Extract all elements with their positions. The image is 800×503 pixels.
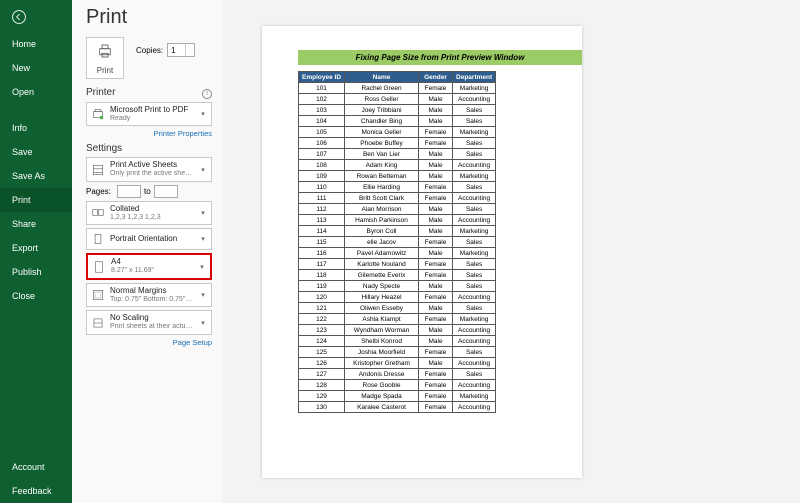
table-row: 126Kristopher GrethamMaleAccounting (299, 358, 496, 369)
portrait-icon (91, 232, 105, 246)
table-row: 129Madge SpadaFemaleMarketing (299, 391, 496, 402)
collated-icon (91, 206, 105, 220)
back-arrow-icon (12, 10, 26, 24)
scaling-select[interactable]: No Scaling Print sheets at their actual … (86, 310, 212, 334)
table-header: Department (453, 72, 496, 83)
settings-heading: Settings (86, 143, 122, 154)
pages-label: Pages: (86, 187, 114, 196)
preview-page: Fixing Page Size from Print Preview Wind… (262, 26, 582, 478)
page-title: Print (86, 6, 212, 29)
preview-table: Employee IDNameGenderDepartment 101Rache… (298, 71, 496, 413)
table-row: 123Wyndham WormanMaleAccounting (299, 325, 496, 336)
printer-ready-icon (91, 107, 105, 121)
info-icon[interactable]: i (202, 89, 212, 99)
table-row: 116Pavel AdamowitzMaleMarketing (299, 248, 496, 259)
table-row: 114Byron CollMaleMarketing (299, 226, 496, 237)
margins-select[interactable]: Normal Margins Top: 0.75" Bottom: 0.75" … (86, 283, 212, 307)
print-what-select[interactable]: Print Active Sheets Only print the activ… (86, 157, 212, 181)
copies-label: Copies: (136, 46, 163, 55)
backstage-sidebar: Home New Open Info Save Save As Print Sh… (0, 0, 72, 503)
sheet-title: Fixing Page Size from Print Preview Wind… (298, 50, 582, 65)
table-row: 124Shelbi KonrodMaleAccounting (299, 336, 496, 347)
table-row: 122Ashla KlamptFemaleMarketing (299, 314, 496, 325)
table-row: 103Joey TribbianiMaleSales (299, 105, 496, 116)
sidebar-item-share[interactable]: Share (0, 212, 72, 236)
sidebar-item-feedback[interactable]: Feedback (0, 479, 72, 503)
sidebar-item-save-as[interactable]: Save As (0, 164, 72, 188)
table-row: 125Joshia MoorfieldFemaleSales (299, 347, 496, 358)
pages-to-input[interactable] (154, 185, 178, 198)
table-row: 102Ross GellerMaleAccounting (299, 94, 496, 105)
sidebar-item-account[interactable]: Account (0, 455, 72, 479)
chevron-down-icon: ▾ (199, 319, 207, 327)
table-row: 106Phoebe BuffeyFemaleSales (299, 138, 496, 149)
table-row: 115elle JacovFemaleSales (299, 237, 496, 248)
print-settings-pane: Print Print Copies: 1 Printer i Microsof… (72, 0, 222, 503)
chevron-down-icon: ▾ (199, 235, 207, 243)
table-row: 118Gilemette EverixFemaleSales (299, 270, 496, 281)
table-row: 117Karlotte NoulandFemaleSales (299, 259, 496, 270)
collation-select[interactable]: Collated 1,2,3 1,2,3 1,2,3 ▾ (86, 201, 212, 225)
chevron-down-icon: ▾ (199, 209, 207, 217)
table-row: 105Monica GellerFemaleMarketing (299, 127, 496, 138)
table-row: 109Rowan BettemanMaleMarketing (299, 171, 496, 182)
chevron-down-icon: ▾ (199, 110, 207, 118)
table-row: 108Adam KingMaleAccounting (299, 160, 496, 171)
margins-icon (91, 288, 105, 302)
orientation-select[interactable]: Portrait Orientation ▾ (86, 228, 212, 250)
printer-properties-link[interactable]: Printer Properties (86, 129, 212, 138)
table-header: Gender (419, 72, 453, 83)
sidebar-item-export[interactable]: Export (0, 236, 72, 260)
table-row: 120Hillary HeazelFemaleAccounting (299, 292, 496, 303)
printer-icon (96, 42, 114, 60)
table-row: 101Rachel GreenFemaleMarketing (299, 83, 496, 94)
chevron-down-icon: ▾ (199, 291, 207, 299)
print-button[interactable]: Print (86, 37, 124, 79)
back-button[interactable] (0, 0, 72, 32)
page-icon (92, 260, 106, 274)
chevron-down-icon: ▾ (199, 166, 207, 174)
sheets-icon (91, 163, 105, 177)
table-row: 112Alan MorrisonMaleSales (299, 204, 496, 215)
table-header: Employee ID (299, 72, 345, 83)
copies-stepper[interactable]: 1 (167, 43, 195, 57)
sidebar-item-open[interactable]: Open (0, 80, 72, 104)
table-row: 128Rose GoobleFemaleAccounting (299, 380, 496, 391)
sidebar-item-info[interactable]: Info (0, 116, 72, 140)
table-row: 111Britt Scott ClarkFemaleAccounting (299, 193, 496, 204)
table-row: 104Chandler BingMaleSales (299, 116, 496, 127)
printer-heading: Printer (86, 87, 115, 98)
paper-size-select[interactable]: A4 8.27" x 11.69" ▾ (86, 253, 212, 279)
table-row: 113Hamish ParkinsonMaleAccounting (299, 215, 496, 226)
sidebar-item-home[interactable]: Home (0, 32, 72, 56)
table-row: 127Andonis DresseFemaleSales (299, 369, 496, 380)
table-row: 110Ellie HardingFemaleSales (299, 182, 496, 193)
sidebar-item-print[interactable]: Print (0, 188, 72, 212)
print-preview-area: Fixing Page Size from Print Preview Wind… (222, 0, 800, 503)
table-header: Name (345, 72, 419, 83)
sidebar-item-close[interactable]: Close (0, 284, 72, 308)
sidebar-item-new[interactable]: New (0, 56, 72, 80)
table-row: 121Oliwen EssebyMaleSales (299, 303, 496, 314)
sidebar-item-publish[interactable]: Publish (0, 260, 72, 284)
table-row: 130Karalee CasterotFemaleAccounting (299, 402, 496, 413)
printer-select[interactable]: Microsoft Print to PDF Ready ▾ (86, 102, 212, 126)
pages-from-input[interactable] (117, 185, 141, 198)
chevron-down-icon: ▾ (198, 263, 206, 271)
table-row: 107Ben Van LierMaleSales (299, 149, 496, 160)
table-row: 119Nady SpecteMaleSales (299, 281, 496, 292)
scaling-icon (91, 316, 105, 330)
sidebar-item-save[interactable]: Save (0, 140, 72, 164)
page-setup-link[interactable]: Page Setup (86, 338, 212, 347)
